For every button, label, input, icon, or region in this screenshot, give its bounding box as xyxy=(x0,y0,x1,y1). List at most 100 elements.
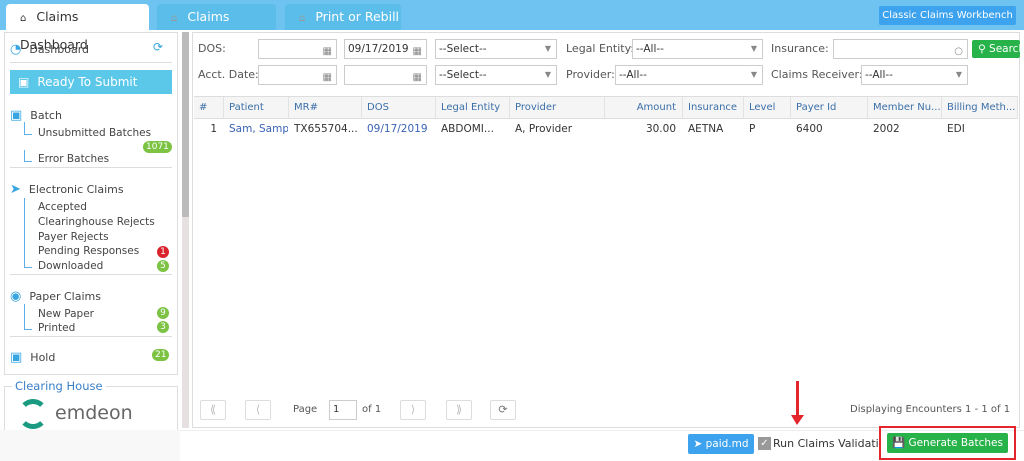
run-claims-validation-checkbox[interactable]: ✓ xyxy=(758,437,771,450)
provider-select[interactable]: --All-- ▼ xyxy=(615,65,763,85)
tab-claims-history[interactable]: ⌂ Claims History xyxy=(157,4,276,52)
column-header[interactable]: Provider xyxy=(510,97,605,119)
emdeon-logo-icon xyxy=(18,399,48,429)
column-header[interactable]: Amount xyxy=(605,97,683,119)
column-header[interactable]: Payer Id xyxy=(791,97,868,119)
table-cell[interactable]: 09/17/2019 xyxy=(367,121,435,137)
clearing-house-legend: Clearing House xyxy=(12,379,106,393)
column-header[interactable]: MR# xyxy=(289,97,362,119)
clear-circle-icon[interactable]: ○ xyxy=(954,43,963,61)
annotation-arrow-head xyxy=(791,415,804,425)
acct-select[interactable]: --Select-- ▼ xyxy=(435,65,557,85)
table-cell: TX655704... xyxy=(294,123,358,135)
label: Search xyxy=(989,43,1020,55)
calendar-icon[interactable]: ▦ xyxy=(413,69,422,87)
column-header[interactable]: Patient xyxy=(224,97,289,119)
annotation-arrow-shaft xyxy=(796,381,799,417)
column-header[interactable]: # xyxy=(194,97,224,119)
home-icon: ⌂ xyxy=(20,13,27,24)
display-count: Displaying Encounters 1 - 1 of 1 xyxy=(850,404,1011,415)
acct-from-input[interactable]: ▦ xyxy=(258,65,337,85)
encounters-grid xyxy=(194,96,1018,396)
inbox-icon: ▣ xyxy=(18,75,30,89)
sidebar-item-batch[interactable]: ▣ Batch xyxy=(10,108,62,123)
sidebar-item-payer-rejects[interactable]: Payer Rejects xyxy=(38,231,109,243)
last-page-button[interactable]: ⟫ xyxy=(446,400,472,420)
table-cell: 2002 xyxy=(873,123,900,135)
sidebar-item-pending-responses[interactable]: Pending Responses xyxy=(38,245,139,257)
calendar-icon[interactable]: ▦ xyxy=(323,69,332,87)
dos-from-input[interactable]: ▦ xyxy=(258,39,337,59)
insurance-label: Insurance: xyxy=(771,42,829,55)
sidebar-item-new-paper[interactable]: New Paper xyxy=(38,308,94,320)
tree-line xyxy=(24,122,32,135)
label: Electronic Claims xyxy=(28,183,124,196)
refresh-icon[interactable]: ⟳ xyxy=(153,40,163,54)
search-button[interactable]: ⚲ Search xyxy=(972,40,1020,58)
run-claims-validation-label[interactable]: Run Claims Validation xyxy=(773,437,879,450)
chat-bubble-icon: ◉ xyxy=(10,289,22,304)
divider xyxy=(10,167,172,168)
dos-to-input[interactable]: 09/17/2019 ▦ xyxy=(344,39,427,59)
acct-to-input[interactable]: ▦ xyxy=(344,65,427,85)
tree-line xyxy=(24,150,32,162)
badge: 3 xyxy=(157,321,169,333)
tab-claims-dashboard[interactable]: ⌂ Claims Dashboard xyxy=(6,4,149,52)
acct-date-label: Acct. Date: xyxy=(198,68,259,81)
badge: 9 xyxy=(157,307,169,319)
sidebar-item-paper-claims[interactable]: ◉ Paper Claims xyxy=(10,289,101,304)
sidebar-item-unsubmitted-batches[interactable]: Unsubmitted Batches xyxy=(38,127,151,139)
tab-label: Print or Rebill xyxy=(315,9,400,24)
claims-receiver-select[interactable]: --All-- ▼ xyxy=(861,65,968,85)
chevron-down-icon: ▼ xyxy=(544,44,551,53)
sidebar-item-error-batches[interactable]: Error Batches xyxy=(38,153,109,165)
classic-claims-workbench-button[interactable]: Classic Claims Workbench xyxy=(879,6,1016,25)
insurance-input[interactable]: ○ xyxy=(833,39,968,59)
table-cell: 6400 xyxy=(796,123,823,135)
scroll-thumb[interactable] xyxy=(182,32,189,217)
legal-entity-select[interactable]: --All-- ▼ xyxy=(632,39,763,59)
sidebar-item-ready-to-submit[interactable]: ▣ Ready To Submit xyxy=(10,70,172,94)
page-label: Page xyxy=(293,404,318,415)
tab-print-or-rebill[interactable]: ⌂ Print or Rebill xyxy=(285,4,401,30)
sidebar-item-printed[interactable]: Printed xyxy=(38,322,75,334)
dos-select[interactable]: --Select-- ▼ xyxy=(435,39,557,59)
sidebar-scrollbar[interactable] xyxy=(182,32,189,428)
top-bar xyxy=(0,0,1024,30)
sidebar-item-electronic-claims[interactable]: ➤ Electronic Claims xyxy=(10,182,124,197)
column-header[interactable]: Billing Meth... xyxy=(942,97,1018,119)
dos-label: DOS: xyxy=(198,42,226,55)
column-header[interactable]: Insurance xyxy=(683,97,744,119)
first-page-button[interactable]: ⟪ xyxy=(200,400,226,420)
calendar-icon[interactable]: ▦ xyxy=(323,43,332,61)
column-header[interactable]: Legal Entity xyxy=(436,97,510,119)
label: Ready To Submit xyxy=(37,75,138,89)
column-header[interactable]: Member Nu... xyxy=(868,97,942,119)
prev-page-button[interactable]: ⟨ xyxy=(245,400,271,420)
next-page-button[interactable]: ⟩ xyxy=(400,400,426,420)
column-header[interactable]: DOS xyxy=(362,97,436,119)
table-cell: 1 xyxy=(210,123,217,135)
chevron-down-icon: ▼ xyxy=(544,70,551,79)
column-header[interactable]: Level xyxy=(744,97,791,119)
sidebar-item-downloaded[interactable]: Downloaded xyxy=(38,260,103,272)
sidebar-item-clearinghouse-rejects[interactable]: Clearinghouse Rejects xyxy=(38,216,155,228)
label: paid.md xyxy=(705,438,749,450)
sidebar-footer xyxy=(0,430,180,461)
page-input[interactable]: 1 xyxy=(329,400,357,420)
sidebar-item-accepted[interactable]: Accepted xyxy=(38,201,87,213)
provider-label: Provider: xyxy=(566,68,615,81)
paid-md-button[interactable]: ➤ paid.md xyxy=(688,434,754,454)
table-cell: A, Provider xyxy=(515,123,573,135)
table-cell[interactable]: Sam, Samp xyxy=(229,121,288,137)
divider xyxy=(10,274,172,275)
sidebar-item-dashboard[interactable]: ◔ Dashboard xyxy=(10,42,89,57)
calendar-icon[interactable]: ▦ xyxy=(413,43,422,61)
tree-line xyxy=(24,304,32,330)
chevron-down-icon: ▼ xyxy=(955,70,962,79)
table-cell: EDI xyxy=(947,123,965,135)
sidebar-item-hold[interactable]: ▣ Hold xyxy=(10,350,55,365)
home-icon: ⌂ xyxy=(299,13,306,24)
refresh-grid-button[interactable]: ⟳ xyxy=(490,400,516,420)
label: Dashboard xyxy=(29,43,90,56)
